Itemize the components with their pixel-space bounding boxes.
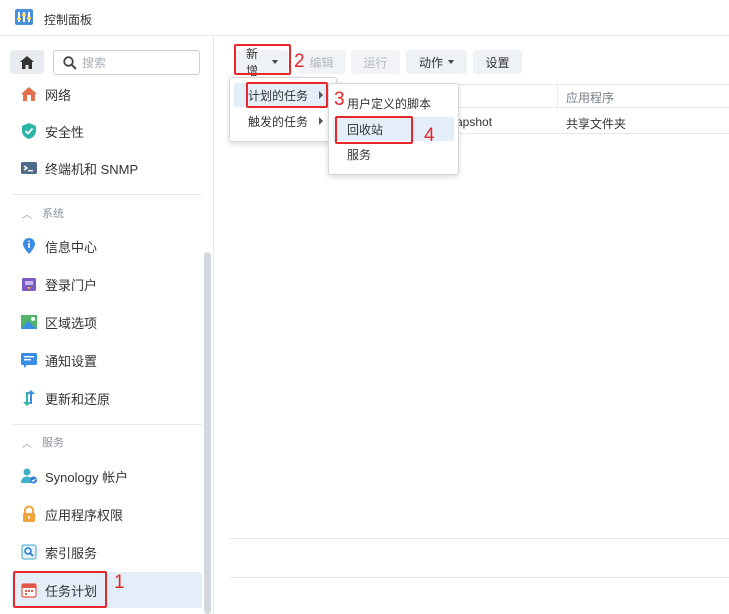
annotation-box-2 <box>234 44 291 75</box>
sidebar-item-label: Synology 帐户 <box>45 469 129 485</box>
control-panel-icon <box>15 9 33 25</box>
sidebar-divider <box>12 424 202 425</box>
sidebar: 网络 安全性 终端机和 SNMP ︿ 系统 信息中心 登录门户 区域选项 <box>0 37 214 614</box>
annotation-box-4 <box>335 116 413 144</box>
table-cell-name: apshot <box>456 115 493 129</box>
group-label: 系统 <box>42 208 64 220</box>
action-button[interactable]: 动作 <box>406 50 467 74</box>
group-label: 服务 <box>42 437 64 449</box>
annotation-number-2: 2 <box>294 51 305 72</box>
sidebar-item-label: 安全性 <box>45 124 85 140</box>
annotation-box-3 <box>246 82 328 108</box>
sidebar-item-label: 应用程序权限 <box>45 507 124 523</box>
sidebar-item-login-portal[interactable]: 登录门户 <box>12 266 202 302</box>
sidebar-item-network[interactable]: 网络 <box>12 76 202 112</box>
caret-down-icon <box>448 60 454 64</box>
sidebar-item-label: 终端机和 SNMP <box>45 161 139 177</box>
title-bar: 控制面板 <box>0 0 729 36</box>
annotation-box-1 <box>13 571 107 608</box>
sidebar-item-label: 通知设置 <box>45 353 98 369</box>
chevron-up-icon: ︿ <box>22 438 32 450</box>
group-header-services[interactable]: ︿ 服务 <box>22 433 64 451</box>
menu-item-user-script[interactable]: 用户定义的脚本 <box>333 91 454 115</box>
sidebar-item-label: 索引服务 <box>45 545 98 561</box>
search-icon <box>63 56 77 70</box>
sidebar-item-label: 信息中心 <box>45 239 98 255</box>
terminal-icon <box>20 159 38 177</box>
run-button[interactable]: 运行 <box>351 50 400 74</box>
info-icon <box>20 237 38 255</box>
sidebar-item-info-center[interactable]: 信息中心 <box>12 228 202 264</box>
account-icon <box>20 467 38 485</box>
index-icon <box>20 543 38 561</box>
menu-item-service[interactable]: 服务 <box>333 142 454 166</box>
sidebar-item-synology-account[interactable]: Synology 帐户 <box>12 458 202 494</box>
menu-item-label: 用户定义的脚本 <box>347 96 432 111</box>
sidebar-item-notification[interactable]: 通知设置 <box>12 342 202 378</box>
sidebar-item-app-privileges[interactable]: 应用程序权限 <box>12 496 202 532</box>
table-footer-line <box>229 577 729 578</box>
sidebar-item-label: 登录门户 <box>45 277 98 293</box>
sidebar-item-indexing[interactable]: 索引服务 <box>12 534 202 570</box>
settings-button[interactable]: 设置 <box>473 50 522 74</box>
sidebar-item-terminal[interactable]: 终端机和 SNMP <box>12 150 202 186</box>
login-portal-icon <box>20 275 38 293</box>
run-button-label: 运行 <box>363 55 388 70</box>
update-icon <box>20 389 38 407</box>
sidebar-item-update-restore[interactable]: 更新和还原 <box>12 380 202 416</box>
annotation-number-4: 4 <box>424 125 435 146</box>
sidebar-item-security[interactable]: 安全性 <box>12 113 202 149</box>
region-icon <box>20 313 38 331</box>
action-button-label: 动作 <box>418 55 443 70</box>
network-icon <box>20 85 38 103</box>
sidebar-item-region[interactable]: 区域选项 <box>12 304 202 340</box>
edit-button-label: 编辑 <box>309 55 334 70</box>
sidebar-scrollbar[interactable] <box>204 252 211 614</box>
search-box[interactable] <box>53 50 200 75</box>
sidebar-item-label: 更新和还原 <box>45 391 111 407</box>
lock-icon <box>20 505 38 523</box>
table-footer-line <box>229 538 729 539</box>
sidebar-divider <box>12 194 202 195</box>
menu-item-label: 触发的任务 <box>248 114 309 129</box>
notification-icon <box>20 351 38 369</box>
menu-item-triggered-task[interactable]: 触发的任务 <box>234 109 332 133</box>
menu-item-label: 服务 <box>347 147 372 162</box>
annotation-number-3: 3 <box>334 89 345 110</box>
annotation-number-1: 1 <box>114 572 125 593</box>
group-header-system[interactable]: ︿ 系统 <box>22 204 64 222</box>
shield-icon <box>20 122 38 140</box>
column-separator <box>557 85 558 107</box>
home-icon <box>20 55 34 69</box>
search-input[interactable] <box>82 54 192 71</box>
home-button[interactable] <box>10 50 44 74</box>
column-header-application[interactable]: 应用程序 <box>566 89 614 106</box>
submenu-arrow-icon <box>319 117 323 125</box>
settings-button-label: 设置 <box>485 55 510 70</box>
chevron-up-icon: ︿ <box>22 209 32 221</box>
window-title: 控制面板 <box>44 13 93 27</box>
table-cell-application: 共享文件夹 <box>566 117 627 131</box>
sidebar-item-label: 区域选项 <box>45 315 98 331</box>
sidebar-item-label: 网络 <box>45 87 72 103</box>
